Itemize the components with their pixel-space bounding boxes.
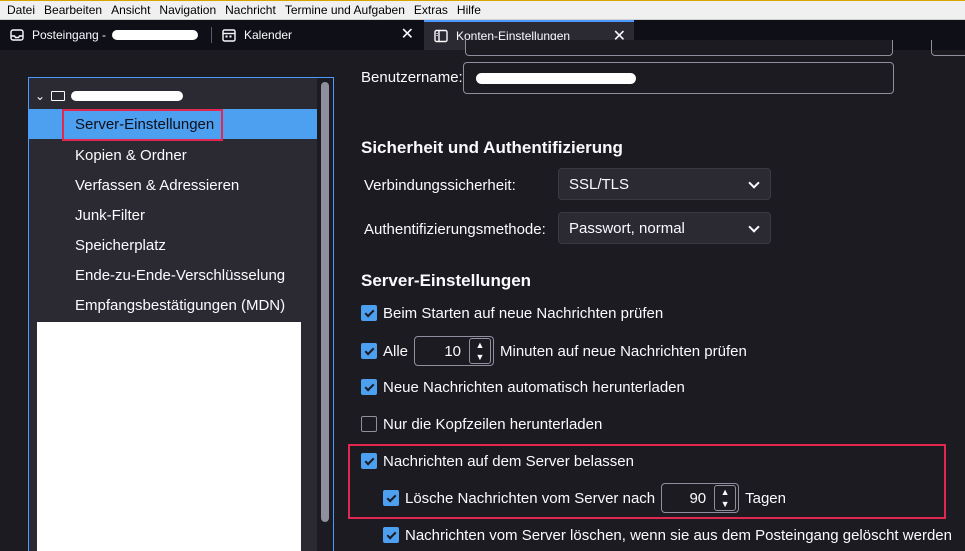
checkmark-icon xyxy=(386,529,396,539)
auto-download-row[interactable]: Neue Nachrichten automatisch herunterlad… xyxy=(361,376,685,398)
tree-item-e2e[interactable]: Ende-zu-Ende-Verschlüsselung xyxy=(29,260,317,290)
tree-item-disk-space[interactable]: Speicherplatz xyxy=(29,230,317,260)
server-name-field[interactable] xyxy=(465,40,893,56)
chevron-down-icon[interactable]: ⌄ xyxy=(35,89,47,103)
chevron-down-icon xyxy=(748,221,760,233)
username-label: Benutzername: xyxy=(361,69,463,86)
tree-item-label: Empfangsbestätigungen (MDN) xyxy=(75,296,286,314)
close-icon[interactable]: ✕ xyxy=(401,27,414,43)
checkbox-label: Nur die Kopfzeilen herunterladen xyxy=(383,415,603,433)
checkbox-label: Lösche Nachrichten vom Server nach xyxy=(405,489,656,507)
tree-item-label: Junk-Filter xyxy=(75,206,146,224)
delete-when-removed-row[interactable]: Nachrichten vom Server löschen, wenn sie… xyxy=(383,524,952,546)
checkmark-icon xyxy=(364,455,374,465)
interval-minutes-stepper[interactable]: 10 ▲ ▼ xyxy=(414,336,495,366)
checkbox-label: Neue Nachrichten automatisch herunterlad… xyxy=(383,378,685,396)
server-settings-heading: Server-Einstellungen xyxy=(361,271,532,290)
tree-item-label: Ende-zu-Ende-Verschlüsselung xyxy=(75,266,286,284)
tab-calendar-label: Kalender xyxy=(244,28,293,42)
delete-after-checkbox[interactable] xyxy=(383,490,399,506)
tab-inbox[interactable]: Posteingang - xyxy=(0,20,210,50)
tree-scrollbar[interactable] xyxy=(317,78,333,551)
tree-item-label: Kopien & Ordner xyxy=(75,146,187,164)
check-on-start-checkbox[interactable] xyxy=(361,305,377,321)
account-tree: ⌄ Server-Einstellungen Kopien & Ordner V… xyxy=(28,77,334,551)
tree-item-copies-folders[interactable]: Kopien & Ordner xyxy=(29,140,317,170)
check-on-start-row[interactable]: Beim Starten auf neue Nachrichten prüfen xyxy=(361,302,663,324)
chevron-up-icon[interactable]: ▲ xyxy=(470,339,490,351)
spin-buttons[interactable]: ▲ ▼ xyxy=(469,338,492,364)
checkbox-label: Beim Starten auf neue Nachrichten prüfen xyxy=(383,304,664,322)
auto-download-checkbox[interactable] xyxy=(361,379,377,395)
tab-calendar[interactable]: Kalender ✕ xyxy=(212,20,422,50)
settings-content: Benutzername: Sicherheit und Authentifiz… xyxy=(348,40,965,551)
auth-method-select[interactable]: Passwort, normal xyxy=(558,212,771,244)
chevron-up-icon[interactable]: ▲ xyxy=(715,486,735,498)
connection-security-select[interactable]: SSL/TLS xyxy=(558,168,771,200)
inbox-icon xyxy=(10,28,24,42)
menu-datei[interactable]: Datei xyxy=(4,3,38,17)
tree-item-junk[interactable]: Junk-Filter xyxy=(29,200,317,230)
tree-item-mdn[interactable]: Empfangsbestätigungen (MDN) xyxy=(29,290,317,320)
checkbox-label: Nachrichten vom Server löschen, wenn sie… xyxy=(405,526,952,544)
mail-icon xyxy=(51,91,65,101)
highlight-box xyxy=(62,109,223,141)
headers-only-checkbox[interactable] xyxy=(361,416,377,432)
chevron-down-icon[interactable]: ▼ xyxy=(715,498,735,510)
security-heading: Sicherheit und Authentifizierung xyxy=(361,138,623,157)
tree-item-label: Speicherplatz xyxy=(75,236,166,254)
stepper-value: 10 xyxy=(444,342,462,360)
headers-only-row[interactable]: Nur die Kopfzeilen herunterladen xyxy=(361,413,602,435)
tree-item-label: Verfassen & Adressieren xyxy=(75,176,240,194)
redacted-account-name xyxy=(71,91,183,101)
username-field[interactable] xyxy=(463,62,894,94)
menu-bar: Datei Bearbeiten Ansicht Navigation Nach… xyxy=(0,0,965,20)
spin-buttons[interactable]: ▲ ▼ xyxy=(714,485,737,511)
stepper-suffix: Minuten auf neue Nachrichten prüfen xyxy=(500,342,747,360)
check-every-row[interactable]: Alle 10 ▲ ▼ Minuten auf neue Nachrichten … xyxy=(361,335,747,367)
menu-extras[interactable]: Extras xyxy=(411,3,451,17)
stepper-suffix: Tagen xyxy=(745,489,786,507)
account-root-item[interactable]: ⌄ xyxy=(29,82,319,110)
menu-navigation[interactable]: Navigation xyxy=(156,3,219,17)
delete-days-stepper[interactable]: 90 ▲ ▼ xyxy=(661,483,740,513)
leave-on-server-checkbox[interactable] xyxy=(361,453,377,469)
select-value: Passwort, normal xyxy=(569,219,685,237)
menu-hilfe[interactable]: Hilfe xyxy=(454,3,484,17)
tree-item-composition[interactable]: Verfassen & Adressieren xyxy=(29,170,317,200)
menu-termine[interactable]: Termine und Aufgaben xyxy=(282,3,408,17)
select-value: SSL/TLS xyxy=(569,175,630,193)
tab-inbox-label: Posteingang - xyxy=(32,28,107,42)
redacted-username xyxy=(476,73,636,84)
scrollbar-thumb[interactable] xyxy=(321,82,329,522)
stepper-value: 90 xyxy=(689,489,707,507)
checkbox-label: Nachrichten auf dem Server belassen xyxy=(383,452,634,470)
leave-on-server-row[interactable]: Nachrichten auf dem Server belassen xyxy=(361,450,634,472)
checkmark-icon xyxy=(386,492,396,502)
calendar-icon xyxy=(222,28,236,42)
checkmark-icon xyxy=(364,381,374,391)
delete-when-removed-checkbox[interactable] xyxy=(383,527,399,543)
connection-security-label: Verbindungssicherheit: xyxy=(364,177,516,194)
redacted-area xyxy=(37,322,301,551)
checkmark-icon xyxy=(364,307,374,317)
main-area: ⌄ Server-Einstellungen Kopien & Ordner V… xyxy=(0,40,965,551)
delete-after-row[interactable]: Lösche Nachrichten vom Server nach 90 ▲ ▼… xyxy=(383,482,786,514)
menu-nachricht[interactable]: Nachricht xyxy=(222,3,279,17)
check-every-checkbox[interactable] xyxy=(361,343,377,359)
checkbox-label: Alle xyxy=(383,342,409,360)
checkmark-icon xyxy=(364,345,374,355)
chevron-down-icon xyxy=(748,177,760,189)
menu-bearbeiten[interactable]: Bearbeiten xyxy=(41,3,105,17)
menu-ansicht[interactable]: Ansicht xyxy=(108,3,153,17)
port-field[interactable] xyxy=(931,40,965,56)
redacted-account-name xyxy=(112,30,199,40)
settings-page-icon xyxy=(434,29,448,43)
auth-method-label: Authentifizierungsmethode: xyxy=(364,221,546,238)
chevron-down-icon[interactable]: ▼ xyxy=(470,351,490,363)
